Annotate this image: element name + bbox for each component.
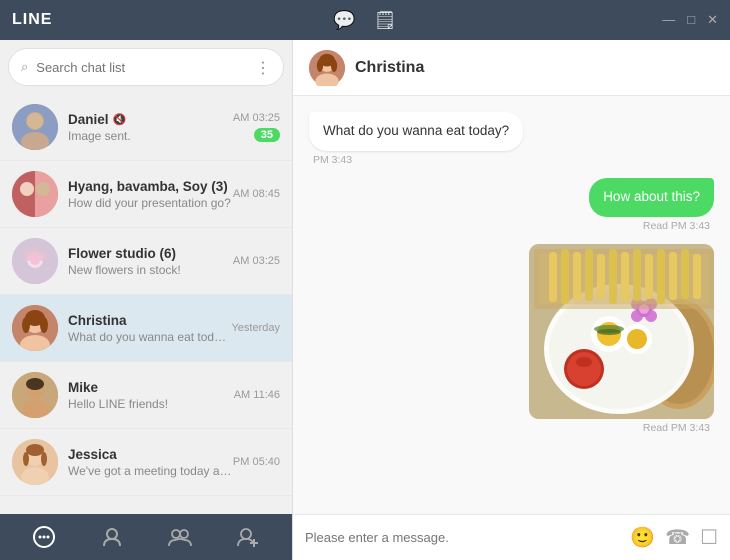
chat-preview-jessica: We've got a meeting today at 3 pm <box>68 464 233 478</box>
bottom-nav <box>0 514 292 560</box>
title-bar-center-icons: 💬 🗒 <box>333 10 396 31</box>
close-button[interactable]: ✕ <box>707 12 718 28</box>
emoji-icon[interactable]: 🙂 <box>630 525 655 550</box>
avatar-jessica <box>12 439 58 485</box>
chat-header-name: Christina <box>355 59 424 77</box>
avatar-flower <box>12 238 58 284</box>
nav-groups[interactable] <box>146 526 214 548</box>
message-meta-1: PM 3:43 <box>309 154 356 166</box>
compose-icon[interactable]: 🗒 <box>374 10 397 31</box>
phone-icon[interactable]: ☎ <box>665 525 690 550</box>
chat-meta-flower: AM 03:25 <box>233 255 280 267</box>
left-panel: ⌕ ︙ Daniel 🔇 <box>0 40 293 560</box>
chat-info-jessica: Jessica We've got a meeting today at 3 p… <box>68 447 233 478</box>
chat-header-avatar <box>309 50 345 86</box>
messages-area: What do you wanna eat today? PM 3:43 How… <box>293 96 730 514</box>
chat-name-mike: Mike <box>68 380 234 395</box>
chat-header-avatar-svg <box>309 50 345 86</box>
chat-meta-christina: Yesterday <box>231 322 280 334</box>
message-bubble-2: How about this? <box>589 178 714 217</box>
chat-preview-mike: Hello LINE friends! <box>68 397 234 411</box>
chat-header: Christina <box>293 40 730 96</box>
chat-item-jessica[interactable]: Jessica We've got a meeting today at 3 p… <box>0 429 292 496</box>
mute-icon-daniel: 🔇 <box>113 113 127 126</box>
message-row-3: Read PM 3:43 <box>309 244 714 434</box>
chat-info-flower: Flower studio (6) New flowers in stock! <box>68 246 233 277</box>
search-input[interactable] <box>36 60 247 75</box>
food-image-svg <box>529 244 714 419</box>
avatar-svg-christina <box>12 305 58 351</box>
chat-meta-jessica: PM 05:40 <box>233 456 280 468</box>
avatar-svg-mike <box>12 372 58 418</box>
avatar-svg-flower <box>12 238 58 284</box>
chat-info-daniel: Daniel 🔇 Image sent. <box>68 112 233 143</box>
chat-preview-daniel: Image sent. <box>68 129 233 143</box>
chat-name-jessica: Jessica <box>68 447 233 462</box>
avatar-daniel <box>12 104 58 150</box>
chat-bubble-icon[interactable]: 💬 <box>333 10 355 31</box>
input-bar: 🙂 ☎ ☐ <box>293 514 730 560</box>
chat-name-hyang: Hyang, bavamba, Soy (3) <box>68 179 233 194</box>
chat-preview-flower: New flowers in stock! <box>68 263 233 277</box>
main-layout: ⌕ ︙ Daniel 🔇 <box>0 40 730 560</box>
message-input[interactable] <box>305 530 620 545</box>
avatar-christina <box>12 305 58 351</box>
app-logo: LINE <box>12 11 52 29</box>
search-bar: ⌕ ︙ <box>8 48 284 86</box>
avatar-svg-hyang <box>12 171 58 217</box>
chat-time-daniel: AM 03:25 <box>233 112 280 124</box>
chat-nav-icon <box>33 526 55 548</box>
camera-icon[interactable]: ☐ <box>700 525 718 550</box>
message-row-1: What do you wanna eat today? PM 3:43 <box>309 112 714 166</box>
chat-item-daniel[interactable]: Daniel 🔇 Image sent. AM 03:25 35 <box>0 94 292 161</box>
chat-time-mike: AM 11:46 <box>234 389 280 401</box>
nav-add-friend[interactable] <box>214 526 282 548</box>
chat-item-christina[interactable]: Christina What do you wanna eat today? Y… <box>0 295 292 362</box>
chat-preview-hyang: How did your presentation go? <box>68 196 233 210</box>
chat-meta-daniel: AM 03:25 35 <box>233 112 280 142</box>
chat-name-daniel: Daniel 🔇 <box>68 112 233 127</box>
groups-nav-icon <box>168 526 192 548</box>
window-controls: — □ ✕ <box>662 12 718 28</box>
chat-meta-mike: AM 11:46 <box>234 389 280 401</box>
chat-info-hyang: Hyang, bavamba, Soy (3) How did your pre… <box>68 179 233 210</box>
image-meta: Read PM 3:43 <box>639 422 714 434</box>
title-bar: LINE 💬 🗒 — □ ✕ <box>0 0 730 40</box>
chat-item-mike[interactable]: Mike Hello LINE friends! AM 11:46 <box>0 362 292 429</box>
chat-list: Daniel 🔇 Image sent. AM 03:25 35 <box>0 94 292 514</box>
nav-friends[interactable] <box>78 526 146 548</box>
chat-info-christina: Christina What do you wanna eat today? <box>68 313 231 344</box>
add-friend-nav-icon <box>237 526 259 548</box>
chat-time-christina: Yesterday <box>231 322 280 334</box>
avatar-hyang <box>12 171 58 217</box>
nav-chat[interactable] <box>10 526 78 548</box>
avatar-svg-jessica <box>12 439 58 485</box>
search-icon: ⌕ <box>21 59 28 75</box>
food-image <box>529 244 714 419</box>
friends-nav-icon <box>101 526 123 548</box>
avatar-svg-daniel <box>12 104 58 150</box>
message-row-2: How about this? Read PM 3:43 <box>309 178 714 232</box>
maximize-button[interactable]: □ <box>687 12 695 28</box>
chat-time-jessica: PM 05:40 <box>233 456 280 468</box>
more-options-icon[interactable]: ︙ <box>255 55 271 79</box>
chat-preview-christina: What do you wanna eat today? <box>68 330 231 344</box>
message-bubble-1: What do you wanna eat today? <box>309 112 523 151</box>
chat-meta-hyang: AM 08:45 <box>233 188 280 200</box>
chat-time-hyang: AM 08:45 <box>233 188 280 200</box>
message-meta-2: Read PM 3:43 <box>639 220 714 232</box>
chat-time-flower: AM 03:25 <box>233 255 280 267</box>
chat-item-hyang[interactable]: Hyang, bavamba, Soy (3) How did your pre… <box>0 161 292 228</box>
avatar-mike <box>12 372 58 418</box>
badge-daniel: 35 <box>254 128 280 142</box>
right-panel: Christina What do you wanna eat today? P… <box>293 40 730 560</box>
chat-info-mike: Mike Hello LINE friends! <box>68 380 234 411</box>
minimize-button[interactable]: — <box>662 12 675 28</box>
chat-item-flower[interactable]: Flower studio (6) New flowers in stock! … <box>0 228 292 295</box>
chat-name-christina: Christina <box>68 313 231 328</box>
chat-name-flower: Flower studio (6) <box>68 246 233 261</box>
